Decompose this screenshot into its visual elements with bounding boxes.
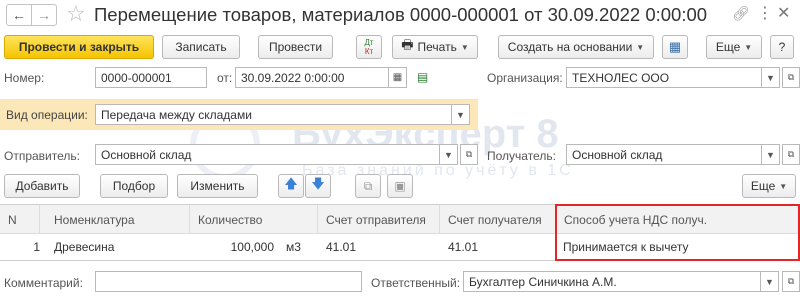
link-icon[interactable]: 🔗︎ — [732, 5, 750, 22]
responsible-field[interactable]: Бухгалтер Синичкина А.М. — [463, 271, 761, 292]
operation-field[interactable]: Передача между складами — [95, 104, 452, 125]
column-header-item[interactable]: Номенклатура — [46, 205, 190, 234]
back-button[interactable]: ← — [6, 4, 32, 26]
open-icon[interactable]: ⧉ — [460, 144, 478, 165]
save-button[interactable]: Записать — [162, 35, 240, 59]
table-more-button[interactable]: Еще ▼ — [742, 174, 796, 198]
open-icon[interactable]: ⧉ — [782, 67, 800, 88]
chevron-down-icon: ▼ — [779, 181, 788, 191]
window-title: Перемещение товаров, материалов 0000-000… — [94, 4, 708, 25]
row-qty[interactable]: 100,000 — [190, 236, 274, 258]
copy-button[interactable]: ⧉ — [355, 174, 381, 198]
paste-button[interactable]: ▣ — [387, 174, 413, 198]
chevron-down-icon[interactable]: ▼ — [761, 271, 779, 292]
operation-label: Вид операции: — [6, 108, 88, 122]
structure-button[interactable]: ▦ — [662, 35, 688, 59]
add-button[interactable]: Добавить — [4, 174, 80, 198]
print-label: Печать — [417, 40, 457, 54]
dt-kt-button[interactable]: Дт Кт — [356, 35, 382, 59]
paste-icon: ▣ — [394, 179, 406, 193]
column-header-qty[interactable]: Количество — [190, 205, 318, 234]
table-more-label: Еще — [750, 179, 776, 193]
kt-label: Кт — [364, 47, 374, 56]
arrow-down-icon: 🡇 — [311, 176, 325, 191]
arrow-right-icon: → — [37, 7, 51, 23]
chevron-down-icon[interactable]: ▼ — [762, 67, 780, 88]
row-number: 1 — [33, 240, 40, 254]
receiver-field[interactable]: Основной склад — [566, 144, 762, 165]
sender-field[interactable]: Основной склад — [95, 144, 440, 165]
row-acc-from[interactable]: 41.01 — [326, 236, 356, 258]
post-button[interactable]: Провести — [258, 35, 333, 59]
post-and-close-button[interactable]: Провести и закрыть — [4, 35, 154, 59]
sender-label: Отправитель: — [4, 149, 80, 163]
calendar-icon[interactable]: ▦ — [389, 67, 407, 88]
chevron-down-icon: ▼ — [744, 42, 753, 52]
printer-icon: 🖶︎ — [401, 37, 414, 52]
print-button[interactable]: 🖶︎ Печать ▼ — [392, 35, 478, 59]
create-based-on-button[interactable]: Создать на основании ▼ — [498, 35, 654, 59]
help-button[interactable]: ? — [770, 35, 794, 59]
column-header-acc-to[interactable]: Счет получателя — [440, 205, 556, 234]
comment-label: Комментарий: — [4, 276, 83, 290]
document-status-icon[interactable]: ▤ — [417, 70, 428, 84]
forward-button[interactable]: → — [31, 4, 57, 26]
vat-column-highlight — [555, 204, 800, 261]
pick-button[interactable]: Подбор — [100, 174, 168, 198]
structure-icon: ▦ — [668, 39, 682, 54]
favorite-star-icon[interactable]: ☆ — [66, 1, 86, 27]
column-header-acc-from[interactable]: Счет отправителя — [318, 205, 440, 234]
arrow-up-icon: 🡅 — [284, 176, 298, 191]
more-button[interactable]: Еще ▼ — [706, 35, 762, 59]
column-header-n[interactable]: N — [0, 205, 40, 234]
dt-label: Дт — [364, 38, 374, 47]
organization-label: Организация: — [487, 71, 563, 85]
move-down-button[interactable]: 🡇 — [305, 174, 331, 198]
number-field[interactable]: 0000-000001 — [95, 67, 207, 88]
row-unit: м3 — [286, 240, 301, 254]
chevron-down-icon[interactable]: ▼ — [440, 144, 458, 165]
copy-icon: ⧉ — [363, 178, 373, 193]
chevron-down-icon[interactable]: ▼ — [452, 104, 470, 125]
open-icon[interactable]: ⧉ — [782, 271, 800, 292]
comment-field[interactable] — [95, 271, 362, 292]
open-icon[interactable]: ⧉ — [782, 144, 800, 165]
move-up-button[interactable]: 🡅 — [278, 174, 304, 198]
create-based-label: Создать на основании — [507, 40, 633, 54]
chevron-down-icon: ▼ — [636, 42, 645, 52]
date-label: от: — [217, 71, 233, 85]
organization-field[interactable]: ТЕХНОЛЕС ООО — [566, 67, 762, 88]
row-item[interactable]: Древесина — [54, 236, 114, 258]
close-icon[interactable]: ✕ — [777, 3, 790, 23]
more-label: Еще — [715, 40, 741, 54]
chevron-down-icon[interactable]: ▼ — [762, 144, 780, 165]
chevron-down-icon: ▼ — [460, 42, 469, 52]
row-acc-to[interactable]: 41.01 — [448, 236, 478, 258]
number-label: Номер: — [4, 71, 45, 85]
arrow-left-icon: ← — [12, 7, 26, 23]
menu-dots-icon[interactable]: ⋮ — [757, 3, 773, 23]
responsible-label: Ответственный: — [371, 276, 461, 290]
change-button[interactable]: Изменить — [177, 174, 258, 198]
receiver-label: Получатель: — [487, 149, 556, 163]
date-field[interactable]: 30.09.2022 0:00:00 — [235, 67, 389, 88]
